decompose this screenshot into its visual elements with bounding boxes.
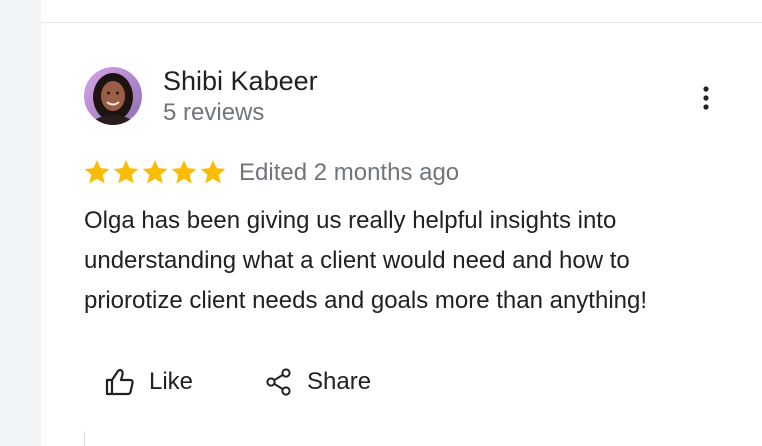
share-icon <box>266 368 291 396</box>
share-label: Share <box>307 368 372 395</box>
star-icon <box>171 160 197 184</box>
divider <box>84 431 85 446</box>
avatar[interactable] <box>84 67 142 125</box>
share-button[interactable]: Share <box>265 362 371 402</box>
thumb-up-icon <box>105 368 134 396</box>
reviewer-name[interactable]: Shibi Kabeer <box>163 65 318 97</box>
star-icon <box>113 160 139 184</box>
left-gutter <box>0 0 41 446</box>
review-count: 5 reviews <box>163 99 265 126</box>
edited-timestamp: Edited 2 months ago <box>239 159 460 186</box>
more-vert-icon <box>703 86 709 110</box>
review-card: Shibi Kabeer 5 reviews Edited 2 months a… <box>41 23 762 446</box>
star-icon <box>200 160 226 184</box>
like-button[interactable]: Like <box>105 362 193 402</box>
star-icon <box>142 160 168 184</box>
like-label: Like <box>149 368 194 395</box>
review-text: Olga has been giving us really helpful i… <box>84 207 648 314</box>
star-rating <box>83 158 227 186</box>
more-options-button[interactable] <box>689 81 723 115</box>
avatar-photo <box>84 67 142 125</box>
star-icon <box>84 160 110 184</box>
